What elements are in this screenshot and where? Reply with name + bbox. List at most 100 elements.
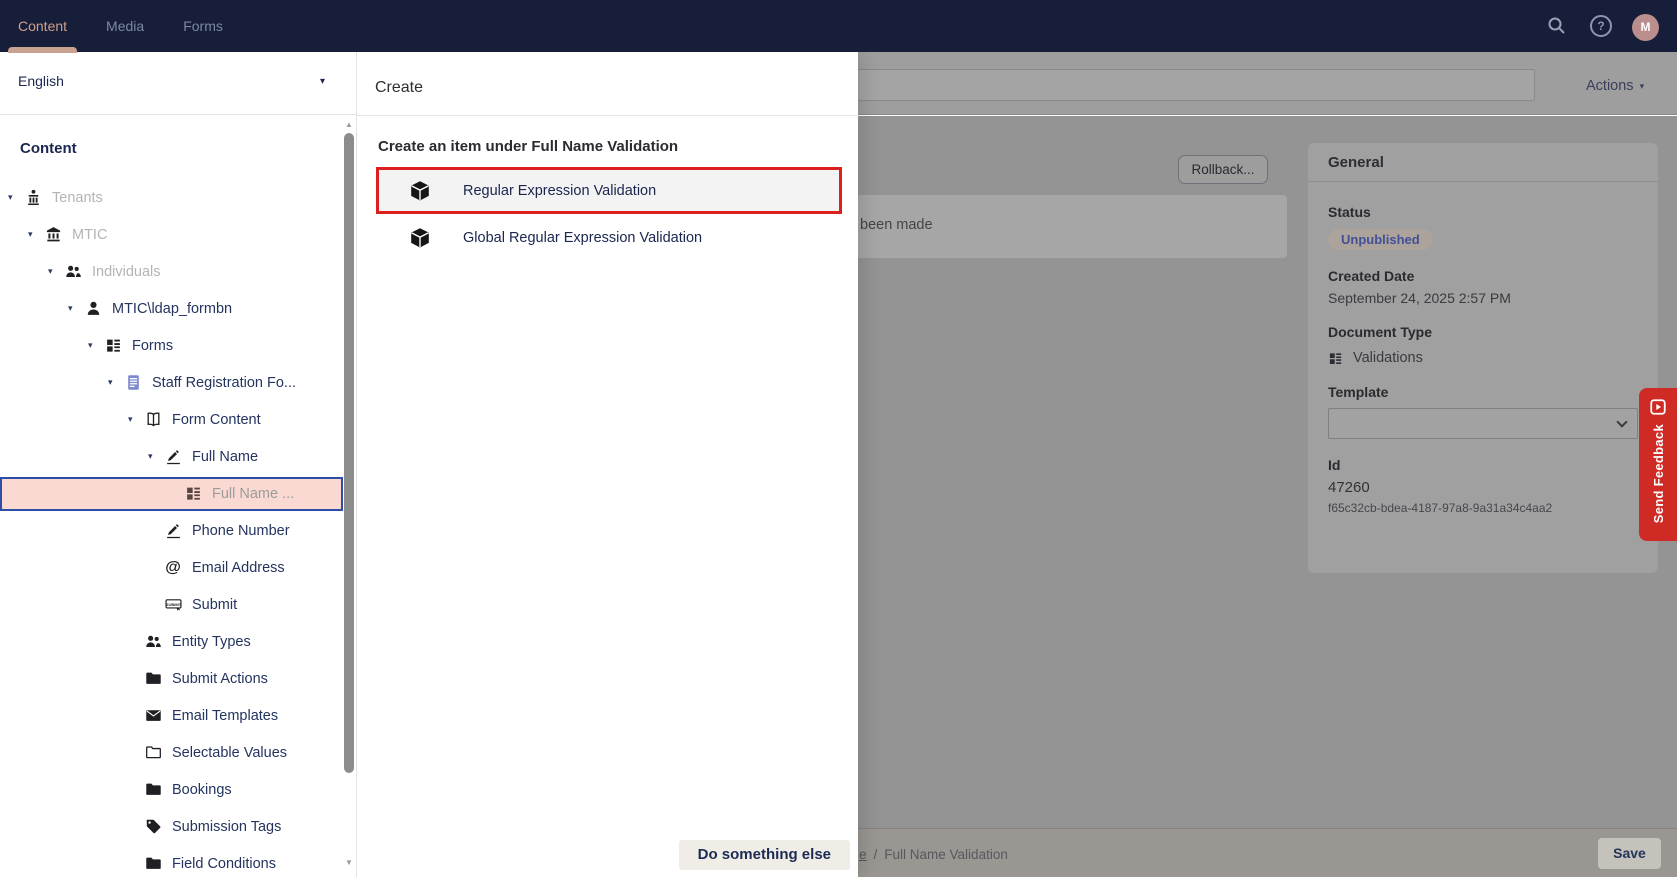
- search-icon[interactable]: [1546, 15, 1568, 37]
- users-icon: [63, 263, 83, 281]
- tree-item-email-templates[interactable]: Email Templates: [0, 697, 343, 734]
- create-option-global-regular-expression-validation[interactable]: Global Regular Expression Validation: [376, 214, 842, 261]
- tab-media[interactable]: Media: [106, 0, 144, 52]
- tree-item-forms[interactable]: ▾Forms: [0, 327, 343, 364]
- expand-caret-icon[interactable]: ▾: [68, 304, 83, 313]
- envelope-icon: [143, 707, 163, 725]
- actions-label: Actions: [1586, 78, 1634, 94]
- tab-forms[interactable]: Forms: [183, 0, 223, 52]
- help-icon[interactable]: ?: [1590, 15, 1612, 37]
- template-select[interactable]: [1328, 408, 1638, 439]
- tree-item-label: Submission Tags: [172, 819, 281, 835]
- organization-icon: [23, 189, 43, 207]
- do-something-else-button[interactable]: Do something else: [679, 840, 850, 870]
- expand-caret-icon[interactable]: ▾: [148, 452, 163, 461]
- tree-item-mtic-ldap-formbn[interactable]: ▾ MTIC\ldap_formbn: [0, 290, 343, 327]
- expand-caret-icon[interactable]: ▾: [8, 193, 23, 202]
- document-name-input[interactable]: [770, 69, 1535, 101]
- dialog-header-divider: [357, 115, 858, 116]
- user-avatar[interactable]: M: [1632, 14, 1659, 41]
- grid-icon: [103, 337, 123, 355]
- grid-icon: [183, 485, 203, 503]
- tree-item-selectable-values[interactable]: Selectable Values: [0, 734, 343, 771]
- tree-item-label: Staff Registration Fo...: [152, 375, 296, 391]
- send-feedback-tab[interactable]: Send Feedback: [1639, 388, 1677, 541]
- rollback-button[interactable]: Rollback...: [1178, 155, 1268, 184]
- expand-caret-icon[interactable]: ▾: [28, 230, 43, 239]
- section-tabs: Content Media Forms: [18, 0, 262, 52]
- tree-item-mtic[interactable]: ▾ MTIC: [0, 216, 343, 253]
- expand-caret-icon[interactable]: ▾: [108, 378, 123, 387]
- expand-caret-icon[interactable]: ▾: [88, 341, 103, 350]
- users-icon: [143, 633, 163, 651]
- umbraco-backoffice: Actions ▾ Rollback... been made General …: [0, 0, 1677, 877]
- tab-label: Content: [18, 18, 67, 34]
- language-selected-value: English: [18, 73, 64, 89]
- tree-item-staff-registration-fo[interactable]: ▾ Staff Registration Fo...: [0, 364, 343, 401]
- submit-icon: SUBMIT: [163, 596, 183, 614]
- create-dialog: Create Create an item under Full Name Va…: [357, 52, 858, 877]
- document-type-value: Validations: [1353, 350, 1423, 366]
- chevron-down-icon: ▾: [1640, 81, 1645, 92]
- breadcrumb: e / Full Name Validation: [859, 847, 1008, 862]
- grid-icon: [1328, 351, 1343, 366]
- scroll-up-arrow-icon[interactable]: ▲: [344, 120, 354, 129]
- tree-item-entity-types[interactable]: Entity Types: [0, 623, 343, 660]
- tree-item-field-conditions[interactable]: Field Conditions: [0, 845, 343, 877]
- box-icon: [409, 227, 431, 249]
- form-icon: [123, 374, 143, 392]
- create-option-label: Global Regular Expression Validation: [463, 230, 702, 246]
- folder-open-icon: [143, 744, 163, 762]
- expand-caret-icon[interactable]: ▾: [48, 267, 63, 276]
- folder-icon: [143, 670, 163, 688]
- created-date-value: September 24, 2025 2:57 PM: [1328, 290, 1638, 306]
- tree-item-submit-actions[interactable]: Submit Actions: [0, 660, 343, 697]
- create-item-list: Regular Expression Validation Global Regu…: [376, 167, 842, 261]
- tree-item-label: Individuals: [92, 264, 161, 280]
- breadcrumb-separator: /: [874, 847, 878, 862]
- tree-item-tenants[interactable]: ▾Tenants: [0, 179, 343, 216]
- expand-caret-icon[interactable]: ▾: [128, 415, 143, 424]
- actions-dropdown[interactable]: Actions ▾: [1586, 76, 1644, 96]
- svg-text:SUBMIT: SUBMIT: [165, 602, 181, 607]
- tree-item-bookings[interactable]: Bookings: [0, 771, 343, 808]
- language-selector[interactable]: English ▾: [0, 52, 356, 115]
- tree-item-label: Email Templates: [172, 708, 278, 724]
- tree-item-form-content[interactable]: ▾Form Content: [0, 401, 343, 438]
- send-feedback-label: Send Feedback: [1651, 424, 1666, 523]
- notification-text: been made: [860, 217, 933, 233]
- tab-content[interactable]: Content: [18, 0, 67, 52]
- tree-item-label: Bookings: [172, 782, 232, 798]
- scroll-down-arrow-icon[interactable]: ▼: [344, 858, 354, 867]
- tab-label: Media: [106, 18, 144, 34]
- bank-icon: [43, 226, 63, 244]
- tree-item-label: MTIC: [72, 227, 107, 243]
- create-option-regular-expression-validation[interactable]: Regular Expression Validation: [376, 167, 842, 214]
- breadcrumb-current: Full Name Validation: [884, 847, 1008, 862]
- tree-scrollbar[interactable]: [344, 133, 354, 773]
- tree-item-full-name[interactable]: ▾Full Name: [0, 438, 343, 475]
- tree-item-submission-tags[interactable]: Submission Tags: [0, 808, 343, 845]
- chevron-down-icon: [1616, 416, 1627, 427]
- tree-item-phone-number[interactable]: Phone Number: [0, 512, 343, 549]
- tree-item-email-address[interactable]: @Email Address: [0, 549, 343, 586]
- id-guid: f65c32cb-bdea-4187-97a8-9a31a34c4aa2: [1328, 501, 1638, 515]
- save-button[interactable]: Save: [1598, 838, 1661, 869]
- tree-item-label: Submit: [192, 597, 237, 613]
- breadcrumb-link[interactable]: e: [859, 847, 867, 862]
- tree-item-full-name[interactable]: Full Name ...: [0, 477, 343, 511]
- status-badge: Unpublished: [1328, 229, 1433, 250]
- created-date-label: Created Date: [1328, 268, 1638, 284]
- create-dialog-title: Create: [375, 79, 423, 97]
- tree-item-submit[interactable]: SUBMIT Submit: [0, 586, 343, 623]
- template-label: Template: [1328, 384, 1638, 400]
- active-tab-indicator: [8, 47, 77, 53]
- tree-item-individuals[interactable]: ▾ Individuals: [0, 253, 343, 290]
- at-icon: @: [163, 559, 183, 577]
- tree-item-label: MTIC\ldap_formbn: [112, 301, 232, 317]
- tree-item-label: Submit Actions: [172, 671, 268, 687]
- tree-item-label: Full Name ...: [212, 486, 294, 502]
- create-dialog-heading: Create an item under Full Name Validatio…: [378, 138, 678, 155]
- folder-icon: [143, 855, 163, 873]
- tab-label: Forms: [183, 18, 223, 34]
